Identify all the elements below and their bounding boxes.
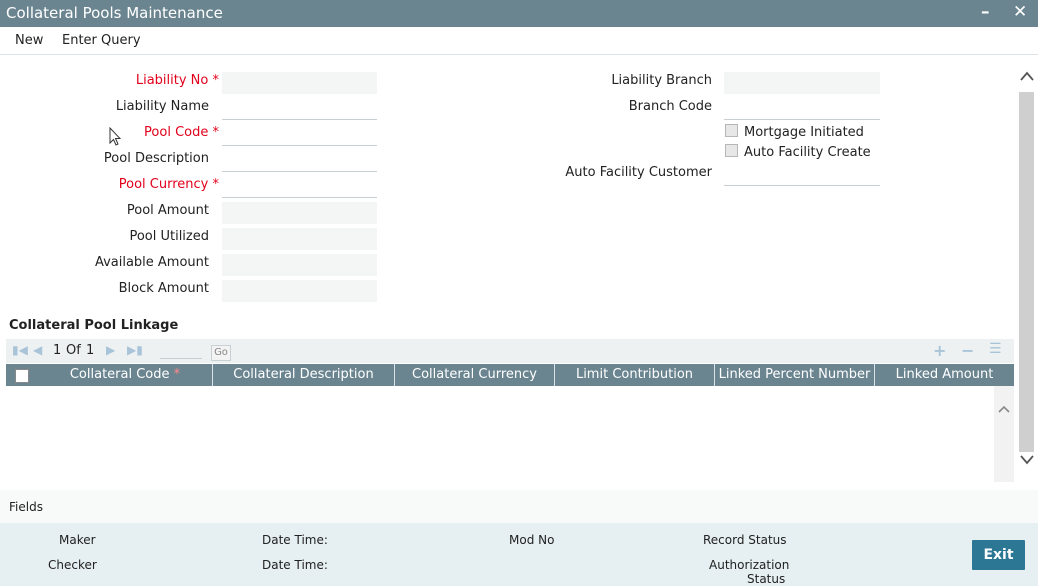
last-page-icon[interactable]: ▶▮	[127, 343, 143, 357]
enter-query-menu-item[interactable]: Enter Query	[62, 33, 141, 48]
title-bar: Collateral Pools Maintenance – ✕	[0, 0, 1038, 27]
window-title: Collateral Pools Maintenance	[6, 4, 223, 22]
column-linked-percent-number[interactable]: Linked Percent Number	[715, 364, 875, 386]
pool-utilized-label: Pool Utilized	[129, 229, 209, 244]
available-amount-label: Available Amount	[94, 255, 209, 270]
maker-date-time-label: Date Time:	[262, 533, 328, 547]
liability-no-label: Liability No *	[135, 73, 219, 88]
grid-toolbar: ▮◀ ◀ 1 Of 1 ▶ ▶▮ Go + − ☰	[6, 339, 1014, 363]
collateral-pool-linkage-title: Collateral Pool Linkage	[9, 318, 179, 333]
exit-button[interactable]: Exit	[972, 540, 1025, 570]
grid-scrollbar[interactable]	[994, 386, 1014, 482]
fields-bar: Fields	[0, 490, 1038, 523]
menu-bar: New Enter Query	[0, 27, 1038, 55]
grid-body	[6, 386, 994, 482]
column-collateral-currency[interactable]: Collateral Currency	[395, 364, 555, 386]
first-page-icon[interactable]: ▮◀	[12, 343, 28, 357]
pool-code-field[interactable]	[222, 124, 377, 146]
scroll-up-icon[interactable]	[997, 404, 1011, 414]
mortgage-initiated-label: Mortgage Initiated	[744, 125, 864, 140]
column-linked-amount[interactable]: Linked Amount	[875, 364, 1014, 386]
page-number-input[interactable]	[160, 341, 202, 359]
pool-description-field[interactable]	[222, 150, 377, 172]
pool-currency-field[interactable]	[222, 176, 377, 198]
auto-facility-create-checkbox[interactable]	[725, 144, 738, 157]
column-collateral-code[interactable]: Collateral Code *	[38, 364, 213, 386]
block-amount-label: Block Amount	[118, 281, 209, 296]
record-status-label: Record Status	[703, 533, 787, 547]
maker-label: Maker	[59, 533, 96, 547]
pool-amount-field[interactable]	[222, 202, 377, 224]
page-total: 1	[86, 343, 95, 358]
next-page-icon[interactable]: ▶	[106, 343, 115, 357]
pool-description-label: Pool Description	[103, 151, 209, 166]
main-scroll-up-icon[interactable]	[1019, 70, 1035, 82]
mortgage-initiated-checkbox[interactable]	[725, 124, 738, 137]
page-current: 1	[53, 343, 62, 358]
liability-branch-label: Liability Branch	[611, 73, 712, 88]
close-icon[interactable]: ✕	[1013, 2, 1027, 22]
delete-row-icon[interactable]: −	[961, 341, 974, 360]
column-limit-contribution[interactable]: Limit Contribution	[555, 364, 715, 386]
authorization-status-label-line2: Status	[747, 572, 786, 586]
add-row-icon[interactable]: +	[933, 341, 946, 360]
liability-no-field[interactable]	[222, 72, 377, 94]
previous-page-icon[interactable]: ◀	[33, 343, 42, 357]
pool-amount-label: Pool Amount	[126, 203, 209, 218]
liability-name-label: Liability Name	[115, 99, 209, 114]
authorization-status-label-line1: Authorization	[709, 558, 790, 572]
checker-date-time-label: Date Time:	[262, 558, 328, 572]
mouse-cursor-icon	[109, 127, 121, 146]
grid-header: Collateral Code * Collateral Description…	[6, 364, 1014, 386]
branch-code-field[interactable]	[724, 98, 880, 120]
branch-code-label: Branch Code	[628, 99, 712, 114]
liability-branch-field[interactable]	[724, 72, 880, 94]
auto-facility-create-label: Auto Facility Create	[744, 145, 871, 160]
audit-footer: Maker Checker Date Time: Date Time: Mod …	[0, 523, 1038, 586]
new-menu-item[interactable]: New	[15, 33, 43, 48]
main-scroll-thumb[interactable]	[1019, 92, 1034, 452]
mod-no-label: Mod No	[509, 533, 555, 547]
pool-code-label: Pool Code *	[144, 125, 219, 140]
checker-label: Checker	[48, 558, 97, 572]
go-button[interactable]: Go	[211, 345, 231, 361]
column-collateral-description[interactable]: Collateral Description	[213, 364, 395, 386]
available-amount-field[interactable]	[222, 254, 377, 276]
auto-facility-customer-label: Auto Facility Customer	[565, 165, 712, 180]
page-of-label: Of	[66, 343, 81, 358]
minimize-icon[interactable]: –	[981, 2, 990, 22]
main-scrollbar[interactable]	[1018, 62, 1036, 482]
main-scroll-down-icon[interactable]	[1019, 454, 1035, 466]
auto-facility-customer-field[interactable]	[724, 164, 880, 186]
select-all-checkbox[interactable]	[15, 369, 29, 383]
liability-name-field[interactable]	[222, 98, 377, 120]
block-amount-field[interactable]	[222, 280, 377, 302]
pool-utilized-field[interactable]	[222, 228, 377, 250]
pool-currency-label: Pool Currency *	[118, 177, 219, 192]
fields-label[interactable]: Fields	[9, 500, 43, 514]
single-view-icon[interactable]: ☰	[989, 341, 1002, 357]
